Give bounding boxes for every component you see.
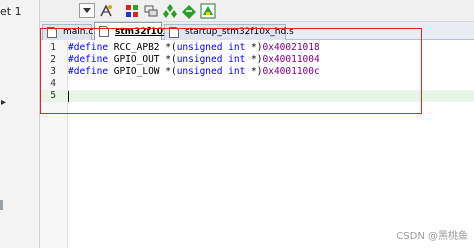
file-tab-bar: main.c stm32f10x.h startup_stm32f10x_hd.… [40,22,474,41]
tree-expand-icon[interactable]: ▸ [1,97,6,108]
manage-components-icon[interactable] [98,3,114,19]
macro-name: GPIO_LOW *( [108,66,177,77]
directive: #define [68,66,109,77]
address-value: 0x4001100c [262,66,320,77]
cast-close: *) [245,66,263,77]
select-packs-icon[interactable] [162,3,178,19]
line-number: 4 [50,78,56,89]
address-value: 0x40011004 [262,54,320,65]
directive: #define [68,54,109,65]
target-label: et 1 [0,5,22,18]
type-keyword: unsigned int [176,54,246,65]
code-line[interactable]: 2 #define GPIO_OUT *(unsigned int *)0x40… [40,54,474,66]
tab-startup-stm32f10x-hd-s[interactable]: startup_stm32f10x_hd.s [164,24,294,40]
code-text[interactable]: #define RCC_APB2 *(unsigned int *)0x4002… [68,42,320,54]
line-number: 2 [50,54,56,65]
cast-close: *) [245,54,263,65]
type-keyword: unsigned int [176,42,246,53]
combo-dropdown-icon[interactable] [79,3,95,18]
tab-label: startup_stm32f10x_hd.s [185,27,294,37]
watermark: CSDN @黑桃鱼 [396,231,468,242]
line-number: 5 [50,90,56,101]
debug-settings-icon[interactable] [200,3,216,19]
pack-installer-icon[interactable] [143,3,159,19]
run-icon[interactable] [124,3,140,19]
code-text[interactable]: #define GPIO_OUT *(unsigned int *)0x4001… [68,54,320,66]
current-code-line[interactable]: 5 [40,90,474,102]
directive: #define [68,42,109,53]
c-file-icon [47,27,57,38]
macro-name: RCC_APB2 *( [108,42,177,53]
code-editor[interactable]: 1 #define RCC_APB2 *(unsigned int *)0x40… [40,40,474,248]
code-line[interactable]: 3 #define GPIO_LOW *(unsigned int *)0x40… [40,66,474,78]
address-value: 0x40021018 [262,42,320,53]
code-line[interactable]: 4 [40,78,474,90]
line-number: 3 [50,66,56,77]
asm-file-icon [169,27,179,38]
text-cursor [68,91,69,102]
tab-stm32f10x-h[interactable]: stm32f10x.h [94,22,179,41]
tab-label: main.c [63,27,94,37]
macro-name: GPIO_OUT *( [108,54,177,65]
panel-marker [0,200,3,210]
code-line[interactable]: 1 #define RCC_APB2 *(unsigned int *)0x40… [40,42,474,54]
tab-main-c[interactable]: main.c [42,24,94,40]
toolbar [40,0,474,22]
project-panel-edge: et 1 ▸ [0,0,40,248]
line-number: 1 [50,42,56,53]
cast-close: *) [245,42,263,53]
type-keyword: unsigned int [176,66,246,77]
h-file-icon [99,26,109,37]
options-icon[interactable] [181,3,197,19]
code-text[interactable]: #define GPIO_LOW *(unsigned int *)0x4001… [68,66,320,78]
